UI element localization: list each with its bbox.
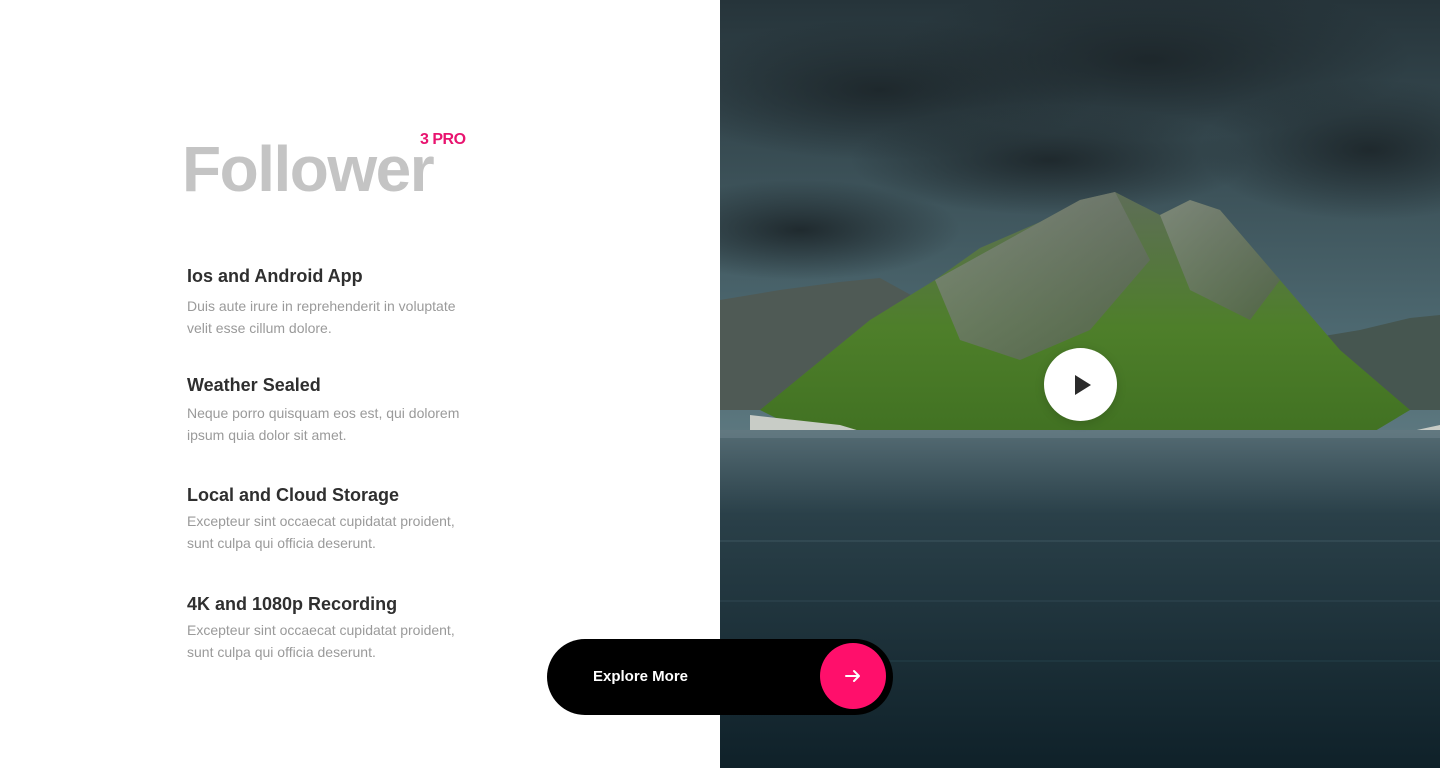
feature-description: Neque porro quisquam eos est, qui dolore… xyxy=(187,402,477,446)
explore-more-button[interactable]: Explore More xyxy=(547,639,893,715)
feature-item: Local and Cloud Storage Excepteur sint o… xyxy=(187,484,477,554)
feature-description-line: Excepteur sint occaecat cupidatat proide… xyxy=(187,622,455,638)
feature-description-line: velit esse cillum dolore. xyxy=(187,320,332,336)
feature-description-line: Neque porro quisquam eos est, qui dolore… xyxy=(187,405,460,421)
play-icon xyxy=(1074,374,1091,395)
feature-item: Weather Sealed Neque porro quisquam eos … xyxy=(187,374,477,446)
play-video-button[interactable] xyxy=(1044,348,1117,421)
product-title: Follower xyxy=(182,133,435,205)
feature-description: Excepteur sint occaecat cupidatat proide… xyxy=(187,619,477,663)
feature-title: Local and Cloud Storage xyxy=(187,485,400,505)
feature-description-line: Duis aute irure in reprehenderit in volu… xyxy=(187,298,456,314)
product-badge: 3 PRO xyxy=(420,131,466,148)
feature-description: Excepteur sint occaecat cupidatat proide… xyxy=(187,510,477,554)
feature-item: Ios and Android App Duis aute irure in r… xyxy=(187,265,477,339)
explore-more-label: Explore More xyxy=(593,668,689,685)
feature-title: Ios and Android App xyxy=(187,266,363,286)
feature-description: Duis aute irure in reprehenderit in volu… xyxy=(187,295,477,339)
feature-description-line: Excepteur sint occaecat cupidatat proide… xyxy=(187,513,455,529)
feature-description-line: sunt culpa qui officia deserunt. xyxy=(187,644,376,660)
feature-item: 4K and 1080p Recording Excepteur sint oc… xyxy=(187,593,477,663)
arrow-right-icon xyxy=(820,643,886,709)
feature-title: 4K and 1080p Recording xyxy=(187,594,398,614)
feature-title: Weather Sealed xyxy=(187,375,321,395)
feature-description-line: ipsum quia dolor sit amet. xyxy=(187,427,347,443)
feature-description-line: sunt culpa qui officia deserunt. xyxy=(187,535,376,551)
brand: Follower 3 PRO xyxy=(182,131,466,205)
